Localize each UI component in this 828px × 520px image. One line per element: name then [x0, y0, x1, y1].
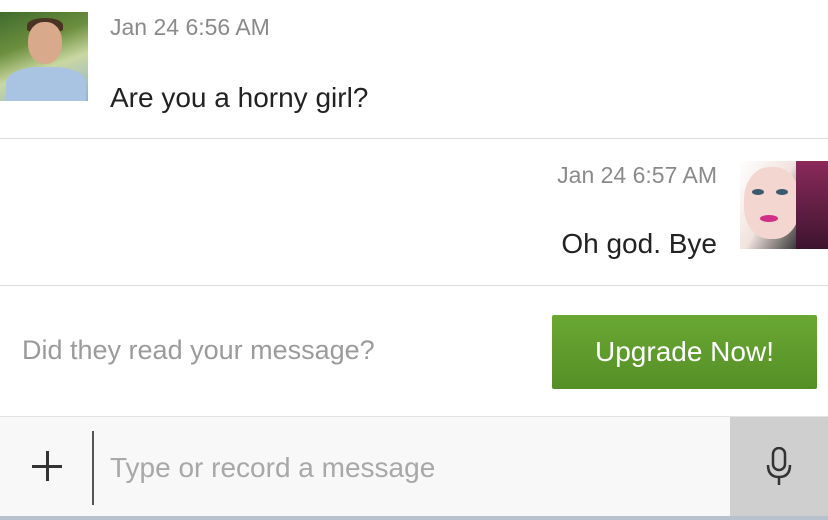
own-avatar[interactable] — [740, 161, 828, 249]
message-timestamp: Jan 24 6:56 AM — [110, 14, 270, 40]
avatar-hair — [796, 161, 828, 249]
composer-divider — [92, 431, 94, 505]
avatar-lips — [760, 215, 778, 222]
message-timestamp: Jan 24 6:57 AM — [557, 162, 717, 188]
message-received: Jan 24 6:56 AM Are you a horny girl? — [0, 0, 828, 139]
avatar-face — [744, 167, 800, 239]
upsell-prompt: Did they read your message? — [22, 335, 375, 365]
avatar-face — [28, 22, 62, 64]
read-receipt-upsell: Did they read your message? Upgrade Now! — [0, 286, 828, 417]
message-text: Are you a horny girl? — [110, 82, 369, 113]
message-input[interactable] — [108, 437, 722, 499]
plus-icon[interactable] — [26, 445, 70, 489]
avatar-eye — [752, 189, 764, 195]
avatar-eye — [776, 189, 788, 195]
bottom-edge — [0, 516, 828, 520]
upgrade-now-button[interactable]: Upgrade Now! — [552, 315, 817, 389]
sender-avatar[interactable] — [0, 12, 88, 101]
message-composer — [0, 417, 828, 516]
message-sent: Jan 24 6:57 AM Oh god. Bye — [0, 139, 828, 286]
avatar-shirt — [6, 67, 86, 101]
microphone-icon — [766, 447, 792, 485]
mic-button[interactable] — [730, 417, 828, 516]
message-text: Oh god. Bye — [561, 228, 717, 259]
